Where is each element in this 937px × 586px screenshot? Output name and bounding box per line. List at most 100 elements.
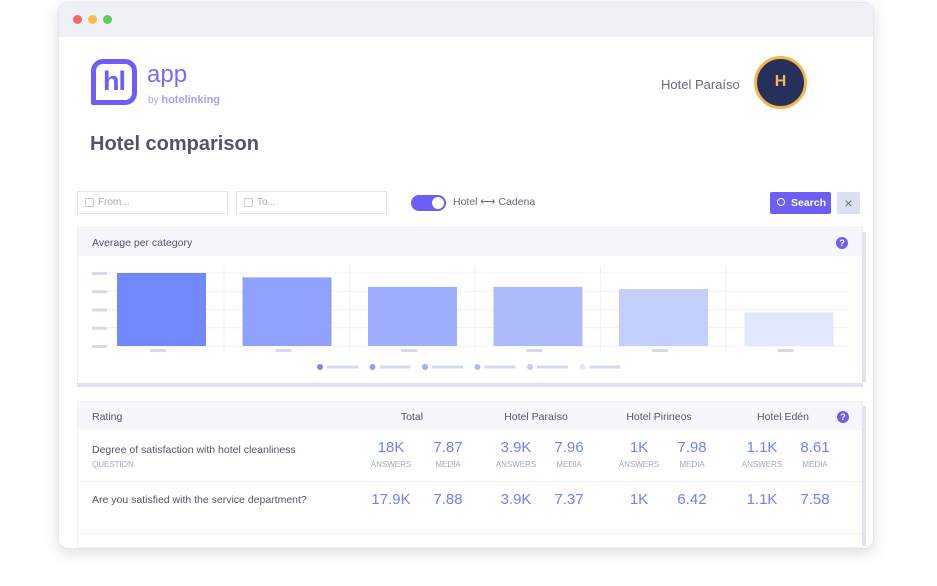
answers-count: 3.9K (500, 491, 532, 508)
answers-count: 17.9K (371, 491, 411, 508)
bar-chart (92, 266, 848, 370)
by-text: by (148, 95, 159, 106)
table-row[interactable]: Are you satisfied with the service depar… (78, 482, 862, 534)
calendar-icon (244, 198, 253, 207)
app-window: hl app by hotelinking Hotel comparison H… (58, 2, 874, 549)
table-row[interactable]: Degree of satisfaction with hotel cleanl… (78, 430, 862, 482)
from-placeholder: From... (98, 197, 130, 208)
hotel-logo-letter: H (774, 73, 787, 90)
media-label: MEDIA (802, 460, 828, 469)
brand-byline: by hotelinking (148, 94, 220, 106)
search-button[interactable]: Search (770, 192, 831, 214)
bar[interactable] (242, 277, 332, 346)
x-tick-label (526, 349, 543, 352)
from-date-input[interactable]: From... (77, 191, 228, 214)
y-tick-label (92, 308, 107, 312)
bar[interactable] (368, 286, 457, 346)
legend-label (537, 365, 568, 369)
window-titlebar (59, 3, 873, 37)
legend-marker[interactable] (369, 364, 376, 370)
y-tick-label (92, 272, 107, 275)
toggle-label: Hotel ⟷ Cadena (453, 196, 536, 208)
group-header: Hotel Pirineos (626, 411, 692, 423)
chart-panel-header: Average per category ? (78, 228, 862, 256)
x-tick-label (777, 349, 794, 352)
hotelinking-logo: hl (91, 59, 137, 105)
x-tick-label (652, 349, 668, 352)
help-icon[interactable]: ? (837, 411, 849, 423)
media-label: MEDIA (679, 460, 705, 469)
legend-marker[interactable] (474, 364, 481, 370)
answers-label: ANSWERS (495, 460, 537, 469)
legend-label (589, 365, 621, 369)
hotel-avatar[interactable]: H (754, 56, 807, 109)
legend-label (432, 365, 463, 369)
bar[interactable] (744, 312, 834, 346)
answers-count: 3.9K (500, 439, 532, 456)
toggle-knob (432, 197, 444, 209)
hotel-chain-toggle[interactable] (411, 195, 446, 211)
app-label: app (147, 61, 188, 88)
legend-marker[interactable] (422, 364, 428, 370)
close-window-dot[interactable] (73, 15, 82, 24)
calendar-icon (85, 198, 94, 207)
hotel-name[interactable]: Hotel Paraíso (661, 77, 740, 92)
to-date-input[interactable]: To... (236, 191, 387, 214)
maximize-window-dot[interactable] (103, 15, 112, 24)
search-icon (777, 198, 785, 206)
answers-count: 1K (629, 491, 649, 508)
question-type: QUESTION (92, 460, 134, 469)
group-header: Total (400, 411, 424, 423)
x-tick-label (150, 349, 166, 352)
legend-marker[interactable] (527, 364, 533, 370)
comparison-table: Rating Total Hotel Paraíso Hotel Pirineo… (77, 401, 866, 548)
legend-label (327, 365, 358, 369)
chart-panel: Average per category ? (77, 227, 866, 387)
page-title: Hotel comparison (90, 133, 259, 155)
company-name: hotelinking (161, 94, 221, 106)
rating-header: Rating (92, 411, 123, 423)
media-score: 7.58 (800, 491, 830, 508)
media-score: 7.87 (433, 439, 463, 456)
answers-count: 1.1K (746, 439, 778, 456)
legend-label (484, 365, 516, 369)
y-tick-label (92, 345, 107, 348)
group-header: Hotel Paraíso (504, 411, 568, 423)
media-score: 7.37 (554, 491, 584, 508)
bar[interactable] (493, 286, 583, 346)
x-tick-label (275, 349, 292, 352)
group-header: Hotel Edén (757, 411, 809, 423)
answers-label: ANSWERS (741, 460, 783, 469)
clear-filters-button[interactable]: × (837, 192, 860, 214)
answers-label: ANSWERS (370, 460, 412, 469)
legend-marker[interactable] (317, 364, 323, 370)
bar[interactable] (117, 273, 206, 346)
media-score: 7.88 (433, 491, 463, 508)
chart-title: Average per category (92, 237, 193, 249)
table-header: Rating Total Hotel Paraíso Hotel Pirineo… (78, 402, 862, 430)
media-score: 7.98 (677, 439, 707, 456)
answers-count: 1.1K (746, 491, 778, 508)
search-label: Search (791, 197, 827, 209)
minimize-window-dot[interactable] (88, 15, 97, 24)
media-score: 8.61 (800, 439, 830, 456)
to-placeholder: To... (257, 197, 276, 208)
table-scrollbar[interactable] (862, 406, 866, 546)
x-tick-label (401, 349, 417, 352)
y-tick-label (92, 290, 107, 294)
answers-count: 18K (377, 439, 405, 456)
y-tick-label (92, 326, 107, 330)
bar[interactable] (619, 289, 708, 346)
question-text: Degree of satisfaction with hotel cleanl… (92, 444, 296, 456)
help-icon[interactable]: ? (836, 237, 848, 249)
media-label: MEDIA (556, 460, 582, 469)
media-score: 7.96 (554, 439, 584, 456)
answers-label: ANSWERS (618, 460, 660, 469)
media-score: 6.42 (677, 491, 707, 508)
legend-marker[interactable] (579, 364, 586, 370)
answers-count: 1K (629, 439, 649, 456)
question-text: Are you satisfied with the service depar… (92, 494, 307, 506)
legend-label (379, 365, 411, 369)
media-label: MEDIA (435, 460, 461, 469)
chart-scrollbar[interactable] (862, 232, 866, 382)
